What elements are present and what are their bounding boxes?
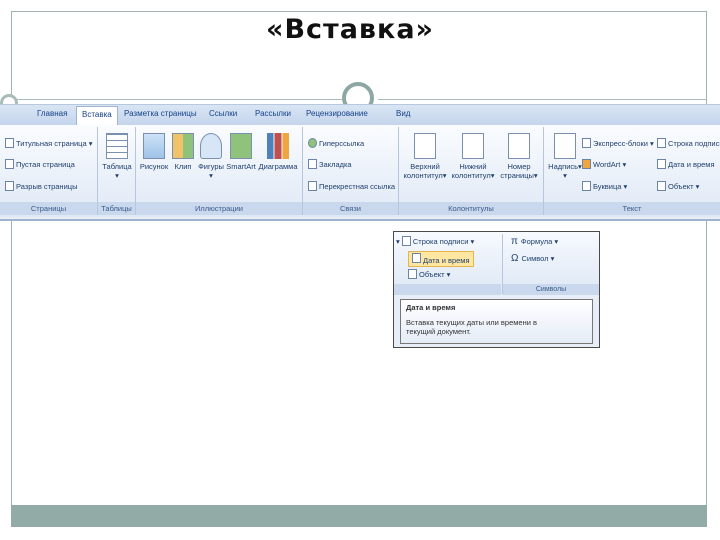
text-box-button[interactable]: Надпись▾ ▾ xyxy=(546,133,584,180)
group-illustrations: Рисунок Клип Фигуры ▾ SmartArt Диаграмма … xyxy=(136,127,303,215)
smartart-icon xyxy=(230,133,252,159)
quick-parts-button[interactable]: Экспресс-блоки ▾ xyxy=(582,138,654,148)
signature-line-icon xyxy=(401,236,411,246)
text-box-icon xyxy=(554,133,576,159)
picture-button[interactable]: Рисунок xyxy=(138,133,170,171)
quick-parts-icon xyxy=(582,138,591,148)
cross-reference-button[interactable]: Перекрестная ссылка xyxy=(308,181,395,191)
wordart-icon xyxy=(582,159,591,169)
tab-page-layout[interactable]: Разметка страницы xyxy=(124,109,197,118)
popup-group-label-symbols: Символы xyxy=(503,284,599,295)
pi-icon: π xyxy=(511,236,518,247)
page-break-button[interactable]: Разрыв страницы xyxy=(5,181,77,191)
table-icon xyxy=(106,133,128,159)
shapes-icon xyxy=(200,133,222,159)
picture-icon xyxy=(143,133,165,159)
group-tables: Таблица ▾ Таблицы xyxy=(98,127,136,215)
object-icon xyxy=(657,181,666,191)
signature-line-button[interactable]: Строка подписи xyxy=(657,138,720,148)
date-time-highlight: Дата и время xyxy=(408,251,474,267)
clip-art-icon xyxy=(172,133,194,159)
group-header-footer: Верхний колонтитул▾ Нижний колонтитул▾ Ном… xyxy=(399,127,544,215)
calendar-icon xyxy=(657,159,666,169)
smartart-button[interactable]: SmartArt xyxy=(226,133,256,171)
group-label-text: Текст xyxy=(544,202,720,215)
popup-date-time-button[interactable]: Дата и время xyxy=(408,251,474,267)
shapes-button[interactable]: Фигуры ▾ xyxy=(196,133,226,180)
popup-signature-line-button[interactable]: ▾ Строка подписи ▾ xyxy=(396,236,474,246)
header-button[interactable]: Верхний колонтитул▾ xyxy=(403,133,447,180)
group-links: Гиперссылка Закладка Перекрестная ссылка… xyxy=(303,127,399,215)
object-icon xyxy=(408,269,417,279)
tab-mailings[interactable]: Рассылки xyxy=(255,109,291,118)
group-pages: Титульная страница ▾ Пустая страница Раз… xyxy=(0,127,98,215)
omega-icon: Ω xyxy=(511,253,519,264)
group-label-header-footer: Колонтитулы xyxy=(399,202,543,215)
calendar-icon xyxy=(412,253,421,263)
cross-reference-icon xyxy=(308,181,317,191)
tooltip: Дата и время Вставка текущих даты или вр… xyxy=(400,299,593,344)
tab-references[interactable]: Ссылки xyxy=(209,109,237,118)
date-time-tooltip-screenshot: ▾ Строка подписи ▾ Дата и время Объект ▾… xyxy=(393,231,600,348)
group-label-illustrations: Иллюстрации xyxy=(136,202,302,215)
ribbon: Главная Вставка Разметка страницы Ссылки… xyxy=(0,104,720,221)
chart-icon xyxy=(267,133,289,159)
bookmark-button[interactable]: Закладка xyxy=(308,159,352,169)
signature-line-icon xyxy=(657,138,666,148)
group-label-tables: Таблицы xyxy=(98,202,135,215)
popup-object-button[interactable]: Объект ▾ xyxy=(408,269,450,279)
page-number-button[interactable]: Номер страницы▾ xyxy=(499,133,539,180)
drop-cap-icon xyxy=(582,181,591,191)
tab-review[interactable]: Рецензирование xyxy=(306,109,368,118)
group-label-links: Связи xyxy=(303,202,398,215)
group-text: Надпись▾ ▾ Экспресс-блоки ▾ WordArt ▾ Бук… xyxy=(544,127,720,215)
clip-button[interactable]: Клип xyxy=(171,133,195,171)
tab-home[interactable]: Главная xyxy=(37,109,67,118)
page-icon xyxy=(5,159,14,169)
chart-button[interactable]: Диаграмма xyxy=(257,133,299,171)
popup-equation-button[interactable]: π Формула ▾ xyxy=(511,236,558,247)
cover-page-button[interactable]: Титульная страница ▾ xyxy=(5,138,92,148)
footer-icon xyxy=(462,133,484,159)
object-button[interactable]: Объект ▾ xyxy=(657,181,699,191)
bookmark-icon xyxy=(308,159,317,169)
page-number-icon xyxy=(508,133,530,159)
page-break-icon xyxy=(5,181,14,191)
group-label-pages: Страницы xyxy=(0,202,97,215)
table-button[interactable]: Таблица ▾ xyxy=(100,133,134,180)
popup-group-label-left xyxy=(394,284,501,295)
blank-page-button[interactable]: Пустая страница xyxy=(5,159,75,169)
ribbon-tabs: Главная Вставка Разметка страницы Ссылки… xyxy=(0,105,720,125)
tab-view[interactable]: Вид xyxy=(396,109,410,118)
wordart-button[interactable]: WordArt ▾ xyxy=(582,159,626,169)
divider-right xyxy=(378,99,707,100)
header-icon xyxy=(414,133,436,159)
date-time-button[interactable]: Дата и время xyxy=(657,159,715,169)
footer-bar xyxy=(11,505,707,527)
slide-title: «Вставка» xyxy=(266,14,434,45)
page-icon xyxy=(5,138,14,148)
tooltip-body: Вставка текущих даты или времени в текущ… xyxy=(406,318,537,336)
popup-symbol-button[interactable]: Ω Символ ▾ xyxy=(511,253,554,264)
footer-button[interactable]: Нижний колонтитул▾ xyxy=(449,133,497,180)
divider-left xyxy=(11,99,342,100)
hyperlink-icon xyxy=(308,138,317,148)
tooltip-title: Дата и время xyxy=(406,303,456,312)
tab-insert[interactable]: Вставка xyxy=(76,106,118,125)
hyperlink-button[interactable]: Гиперссылка xyxy=(308,138,364,148)
drop-cap-button[interactable]: Буквица ▾ xyxy=(582,181,627,191)
